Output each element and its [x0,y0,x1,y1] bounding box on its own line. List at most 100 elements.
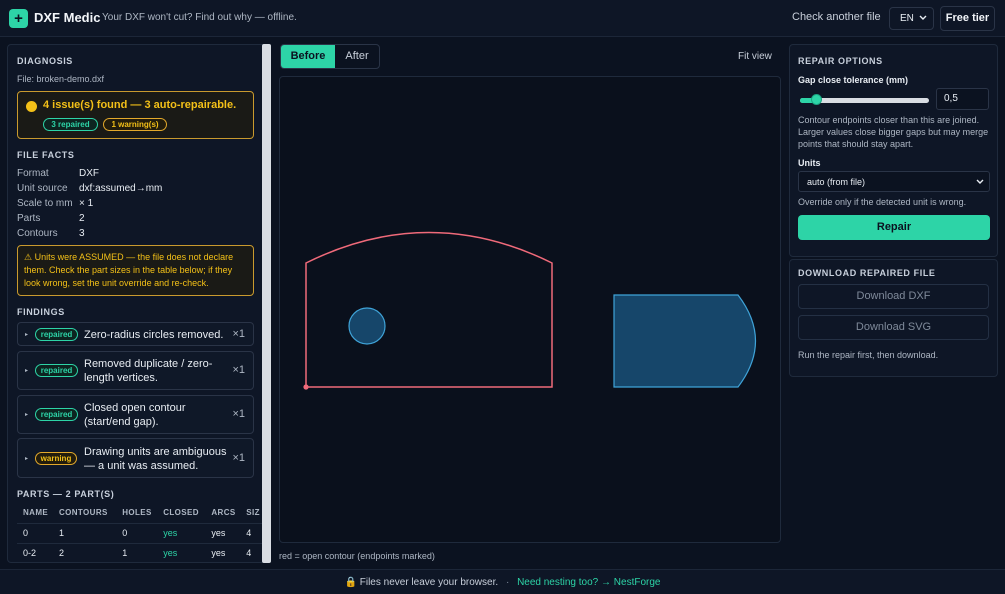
tolerance-help: Contour endpoints closer than this are j… [798,115,989,149]
download-title: DOWNLOAD REPAIRED FILE [798,268,936,278]
finding-text: Zero-radius circles removed. [84,329,224,341]
closed-contour-part [613,294,756,388]
expand-caret-icon: ▸ [25,456,29,462]
finding-count: ×1 [232,328,245,340]
fit-view-button[interactable]: Fit view [738,51,772,62]
column-header: CONTOURS [52,503,117,524]
table-cell: 1 [52,523,117,544]
finding-badge: warning [35,452,77,465]
fact-value: 2 [79,213,85,224]
free-tier-button[interactable]: Free tier [940,6,995,31]
finding-badge: repaired [35,328,78,341]
table-row: 0-2 2 1 yes yes 4 [17,543,263,562]
language-select[interactable]: EN [889,7,934,30]
footer-content: 🔒 Files never leave your browser. · Need… [0,577,1005,588]
download-panel: DOWNLOAD REPAIRED FILE Download DXF Down… [789,259,998,377]
repaired-count-badge: 3 repaired [43,118,98,131]
unit-warning-text: ⚠ Units were ASSUMED — the file does not… [24,252,234,288]
nestforge-link[interactable]: Need nesting too? → NestForge [517,577,660,588]
before-after-toggle: Before After [280,44,380,69]
hole-contour [348,307,386,345]
fact-value: 3 [79,228,85,239]
diagnosis-title: DIAGNOSIS [17,56,73,66]
tab-before[interactable]: Before [281,45,335,68]
chevron-down-icon [919,15,927,20]
slider-handle[interactable] [810,94,822,105]
finding-count: ×1 [232,364,245,376]
findings-title: FINDINGS [17,307,65,317]
lock-icon: 🔒 [344,577,357,588]
table-cell: 1 [116,543,158,562]
fact-key: Format [17,168,49,179]
open-contour-endpoint [303,384,309,390]
units-select[interactable]: auto (from file) [798,171,990,192]
privacy-note: Files never leave your browser. [359,577,499,588]
units-help: Override only if the detected unit is wr… [798,197,967,207]
table-header-row: NAME CONTOURS HOLES CLOSED ARCS SIZ [17,503,263,524]
units-value: auto (from file) [807,177,866,187]
diagnosis-summary: 4 issue(s) found — 3 auto-repairable. 3 … [17,91,254,139]
finding-item[interactable]: ▸ warning Drawing units are ambiguous — … [17,438,254,478]
table-cell: 0 [17,523,53,544]
drawing-canvas[interactable] [279,76,781,543]
language-value: EN [900,13,914,24]
app-title: DXF Medic [34,10,101,25]
fact-key: Parts [17,213,41,224]
finding-item[interactable]: ▸ repaired Removed duplicate / zero-leng… [17,351,254,390]
fact-key: Contours [17,228,58,239]
warning-count-badge: 1 warning(s) [103,118,167,131]
table-cell: yes [205,543,241,562]
download-dxf-button[interactable]: Download DXF [798,284,989,309]
unit-warning-box: ⚠ Units were ASSUMED — the file does not… [17,245,254,296]
table-row: 0 1 0 yes yes 4 [17,523,263,544]
tagline: Your DXF won't cut? Find out why — offli… [102,12,297,23]
table-cell: yes [157,523,206,544]
table-cell: 4 [240,523,263,544]
expand-caret-icon: ▸ [25,368,29,374]
tolerance-label: Gap close tolerance (mm) [798,75,909,85]
finding-item[interactable]: ▸ repaired Zero-radius circles removed. … [17,322,254,346]
column-header: HOLES [116,503,158,524]
units-label: Units [798,158,821,168]
logo-icon: + [9,9,28,28]
finding-badge: repaired [35,364,78,377]
finding-badge: repaired [35,408,78,421]
finding-text: Drawing units are ambiguous — a unit was… [84,446,227,472]
expand-caret-icon: ▸ [25,412,29,418]
fact-value: DXF [79,168,99,179]
table-cell: 0-2 [17,543,53,562]
finding-text: Removed duplicate / zero-length vertices… [84,358,213,384]
check-another-file-link[interactable]: Check another file [792,11,881,23]
table-cell: 0 [116,523,158,544]
file-facts-title: FILE FACTS [17,150,75,160]
file-name: File: broken-demo.dxf [17,74,105,84]
column-header: SIZ [240,503,263,524]
viewer-legend: red = open contour (endpoints marked) [279,551,435,561]
footer-separator: · [505,577,510,588]
download-svg-button[interactable]: Download SVG [798,315,989,340]
expand-caret-icon: ▸ [25,332,29,338]
finding-count: ×1 [232,408,245,420]
parts-title: PARTS — 2 PART(S) [17,489,115,499]
table-cell: yes [205,523,241,544]
finding-item[interactable]: ▸ repaired Closed open contour (start/en… [17,395,254,434]
column-header: CLOSED [157,503,206,524]
download-help: Run the repair first, then download. [798,350,939,360]
fact-value: dxf:assumed→mm [79,183,163,194]
repair-button[interactable]: Repair [798,215,990,240]
finding-text: Closed open contour (start/end gap). [84,402,186,428]
panel-scrollbar[interactable] [262,44,271,563]
footer: 🔒 Files never leave your browser. · Need… [0,569,1005,594]
fact-key: Scale to mm [17,198,73,209]
top-bar: + DXF Medic Your DXF won't cut? Find out… [0,0,1005,37]
summary-text: 4 issue(s) found — 3 auto-repairable. [43,99,237,111]
tolerance-input[interactable]: 0,5 [936,88,989,110]
tab-after[interactable]: After [335,45,379,68]
repair-options-title: REPAIR OPTIONS [798,56,883,66]
drawing-svg [303,231,756,390]
parts-table: NAME CONTOURS HOLES CLOSED ARCS SIZ 0 1 … [17,503,263,562]
table-cell: 2 [52,543,117,562]
chevron-down-icon [976,179,984,184]
column-header: ARCS [205,503,241,524]
fact-key: Unit source [17,183,68,194]
